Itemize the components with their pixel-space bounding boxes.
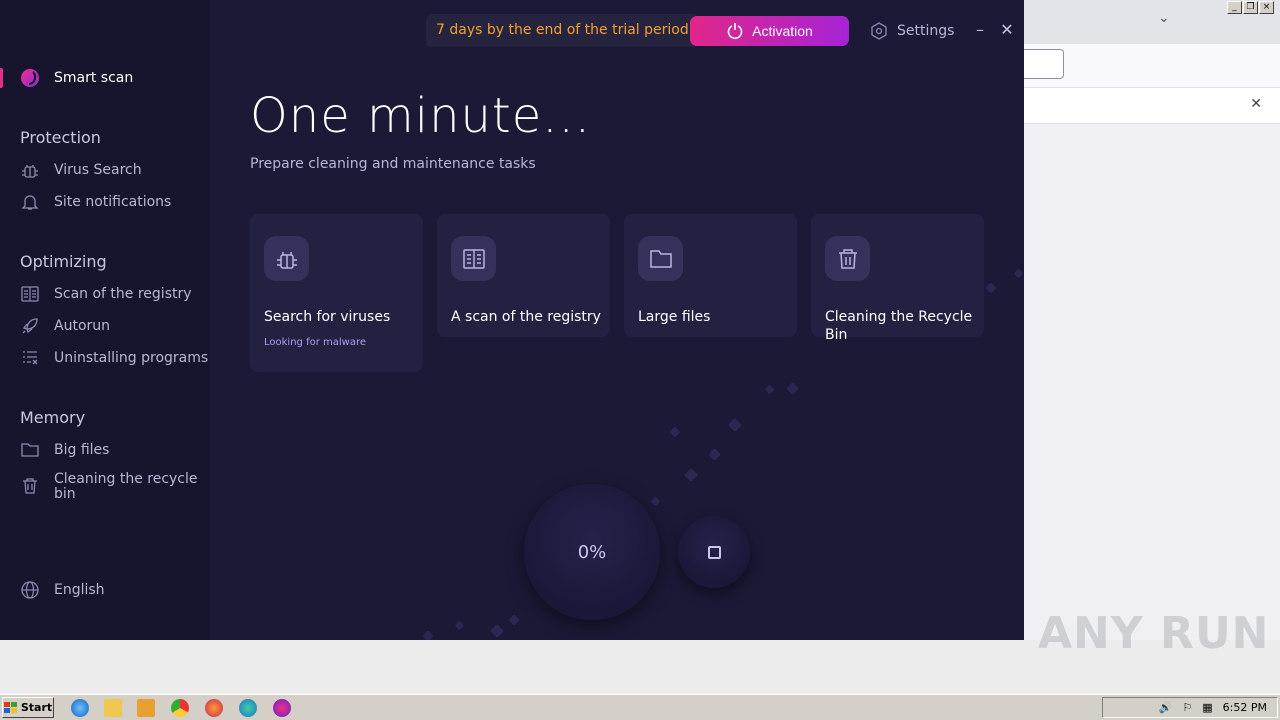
sidebar-label-site-notifications: Site notifications [54, 194, 172, 210]
power-icon [727, 23, 743, 39]
sidebar-item-registry-scan[interactable]: Scan of the registry [20, 283, 192, 305]
language-selector[interactable]: English [20, 579, 105, 601]
minimize-icon[interactable]: – [973, 20, 987, 40]
settings-label: Settings [897, 23, 955, 39]
start-label: Start [20, 701, 53, 714]
sidebar-label-recycle-bin: Cleaning the recycle bin [54, 472, 198, 502]
task-card-viruses: Search for viruses Looking for malware [250, 214, 423, 372]
settings-button[interactable]: Settings [870, 19, 954, 43]
volume-icon[interactable]: 🔊 [1159, 701, 1173, 714]
card-label: A scan of the registry [451, 309, 601, 325]
start-button[interactable]: Start [2, 697, 54, 718]
sidebar-label-virus-search: Virus Search [54, 162, 142, 178]
rocket-icon [20, 316, 40, 336]
uninstall-list-icon [20, 348, 40, 368]
trash-icon [20, 476, 40, 496]
edge-icon[interactable] [239, 699, 257, 717]
background-browser-window: ⌄ _ ❐ × ✕ [1024, 0, 1280, 640]
globe-icon [20, 580, 40, 600]
page-subtitle: Prepare cleaning and maintenance tasks [250, 156, 536, 172]
network-icon[interactable]: ▦ [1202, 701, 1212, 714]
taskbar: Start 🔊 ⚐ ▦ 6:52 PM [0, 694, 1280, 720]
sidebar-label-smart-scan: Smart scan [54, 70, 134, 86]
media-player-icon[interactable] [137, 699, 155, 717]
restore-window-button[interactable]: ❐ [1243, 1, 1258, 14]
smart-scan-icon [20, 68, 40, 88]
sidebar-label-uninstalling: Uninstalling programs [54, 350, 209, 366]
recycle-label-line1: Cleaning the recycle [54, 471, 198, 487]
clock: 6:52 PM [1222, 701, 1267, 714]
sidebar-item-virus-search[interactable]: Virus Search [20, 159, 142, 181]
progress-indicator: 0% [524, 484, 660, 620]
section-optimizing: Optimizing [20, 252, 107, 271]
flag-icon[interactable]: ⚐ [1182, 701, 1192, 714]
firefox-icon[interactable] [205, 699, 223, 717]
active-indicator [0, 68, 3, 88]
language-label: English [54, 582, 105, 598]
bug-icon [20, 160, 40, 180]
gear-icon [871, 22, 887, 40]
card-label: Large files [638, 309, 711, 325]
browser-window-controls: _ ❐ × [1227, 1, 1274, 14]
trial-notice: 7 days by the end of the trial period [426, 14, 699, 47]
bell-icon [20, 192, 40, 212]
trash-icon [825, 236, 870, 281]
close-icon[interactable]: ✕ [999, 20, 1015, 40]
tab-list-chevron-icon[interactable]: ⌄ [1158, 10, 1170, 26]
app-window: Smart scan Protection Virus Search Site … [0, 0, 1024, 640]
ie-icon[interactable] [71, 699, 89, 717]
sidebar-item-recycle-bin[interactable]: Cleaning the recycle bin [20, 472, 198, 502]
sidebar-item-big-files[interactable]: Big files [20, 439, 109, 461]
section-memory: Memory [20, 408, 86, 427]
notification-bar: ✕ [1024, 88, 1280, 124]
sidebar-label-big-files: Big files [54, 442, 110, 458]
explorer-icon[interactable] [104, 699, 122, 717]
sidebar-item-uninstalling[interactable]: Uninstalling programs [20, 347, 208, 369]
page-title: One minute... [250, 88, 592, 144]
close-window-button[interactable]: × [1259, 1, 1274, 14]
sidebar-label-registry-scan: Scan of the registry [54, 286, 192, 302]
card-status: Looking for malware [264, 337, 366, 348]
card-label: Search for viruses [264, 309, 391, 325]
progress-value: 0% [577, 541, 607, 563]
chrome-icon[interactable] [171, 699, 189, 717]
activation-button[interactable]: Activation [690, 16, 849, 46]
notification-close-icon[interactable]: ✕ [1250, 96, 1262, 112]
sidebar-item-smart-scan[interactable]: Smart scan [20, 67, 133, 89]
url-bar[interactable] [1024, 49, 1064, 79]
system-tray: 🔊 ⚐ ▦ 6:52 PM [1102, 697, 1278, 718]
browser-tab-bar: ⌄ _ ❐ × [1024, 0, 1280, 44]
section-protection: Protection [20, 128, 101, 147]
activation-label: Activation [752, 23, 813, 39]
folder-icon [638, 236, 683, 281]
sidebar-item-autorun[interactable]: Autorun [20, 315, 110, 337]
browser-content [1024, 125, 1280, 640]
stop-icon [707, 545, 721, 559]
sidebar-item-site-notifications[interactable]: Site notifications [20, 191, 171, 213]
minimize-window-button[interactable]: _ [1227, 1, 1242, 14]
registry-icon [20, 284, 40, 304]
windows-logo-icon [3, 701, 17, 713]
cleaner-app-icon[interactable] [273, 699, 291, 717]
registry-icon [451, 236, 496, 281]
watermark: ANY RUN [1038, 608, 1270, 659]
sidebar-label-autorun: Autorun [54, 318, 111, 334]
task-card-large-files: Large files [624, 214, 797, 337]
task-card-registry: A scan of the registry [437, 214, 610, 337]
bug-icon [264, 236, 309, 281]
card-label: Cleaning the Recycle Bin [825, 309, 973, 343]
folder-icon [20, 440, 40, 460]
task-card-recycle-bin: Cleaning the Recycle Bin [811, 214, 984, 343]
recycle-label-line2: bin [54, 486, 76, 502]
sidebar: Smart scan Protection Virus Search Site … [0, 0, 210, 640]
stop-button[interactable] [678, 516, 750, 588]
